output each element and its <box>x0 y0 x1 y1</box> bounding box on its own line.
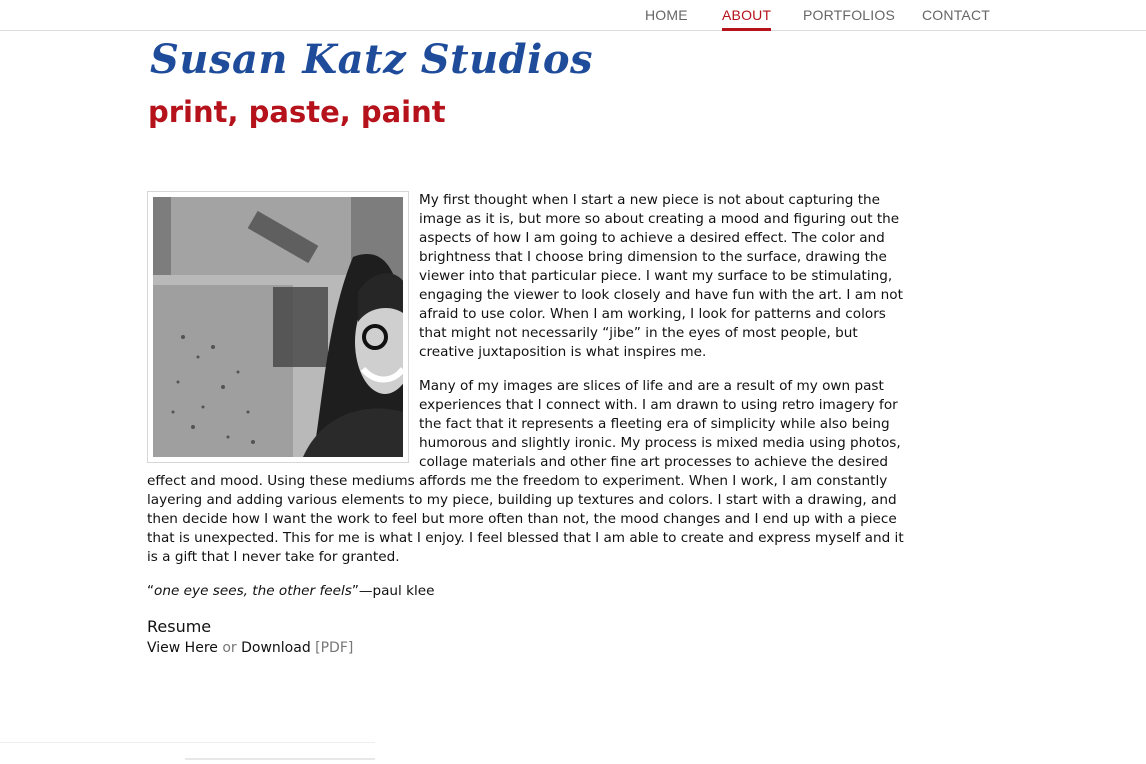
artist-photo-image <box>153 197 403 457</box>
nav-portfolios[interactable]: PORTFOLIOS <box>803 7 895 23</box>
quote-open-mark: “ <box>147 583 155 599</box>
nav-contact[interactable]: CONTACT <box>922 7 990 23</box>
about-content: My first thought when I start a new piec… <box>147 191 907 658</box>
resume-view-link[interactable]: View Here <box>147 640 218 656</box>
site-title[interactable]: Susan Katz Studios <box>150 36 593 83</box>
artist-photo <box>153 197 403 457</box>
nav-about[interactable]: ABOUT <box>722 7 772 31</box>
top-navigation: HOME ABOUT PORTFOLIOS CONTACT <box>0 0 1146 31</box>
resume-pdf-label: [PDF] <box>315 640 354 656</box>
site-tagline: print, paste, paint <box>148 95 446 129</box>
resume-or-text: or <box>222 640 237 656</box>
quote-attribution: ”—paul klee <box>351 583 435 599</box>
artist-quote: “one eye sees, the other feels”—paul kle… <box>147 582 907 601</box>
resume-download-link[interactable]: Download <box>241 640 311 656</box>
artist-photo-frame <box>147 191 409 463</box>
footer-divider-short <box>185 758 375 760</box>
resume-heading: Resume <box>147 617 212 636</box>
nav-home[interactable]: HOME <box>645 7 688 23</box>
quote-text: one eye sees, the other feels <box>154 583 352 599</box>
resume-links: View Here or Download [PDF] <box>147 638 907 658</box>
footer-divider <box>0 742 375 743</box>
